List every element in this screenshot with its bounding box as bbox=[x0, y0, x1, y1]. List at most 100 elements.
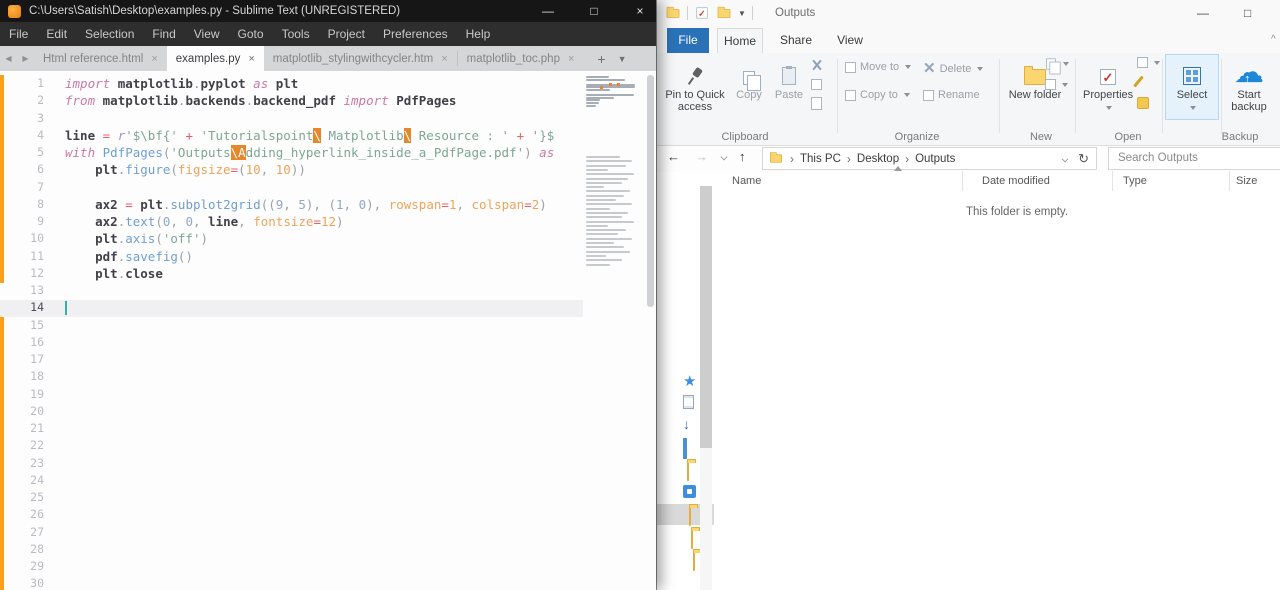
editor-tab-examples-py[interactable]: examples.py × bbox=[166, 46, 264, 71]
qat-new-folder-icon[interactable] bbox=[717, 6, 731, 18]
breadcrumb-separator-icon[interactable]: › bbox=[847, 152, 851, 166]
minimap[interactable] bbox=[583, 71, 646, 590]
move-to-button[interactable]: Move to bbox=[845, 61, 912, 73]
close-icon[interactable]: × bbox=[632, 4, 648, 18]
nav-tree-folder-icon[interactable] bbox=[689, 507, 691, 526]
tab-scroll-arrows[interactable]: ◀ ▶ bbox=[0, 46, 34, 71]
ribbon-tabs: File Home Share View ^ bbox=[657, 28, 1280, 53]
copy-to-button[interactable]: Copy to bbox=[845, 89, 910, 101]
empty-folder-message: This folder is empty. bbox=[965, 206, 1069, 218]
address-dropdown-icon[interactable] bbox=[1061, 155, 1069, 162]
breadcrumb-separator-icon[interactable]: › bbox=[905, 152, 909, 166]
maximize-icon[interactable]: □ bbox=[586, 4, 602, 18]
nav-scrollbar-thumb[interactable] bbox=[700, 186, 712, 448]
column-header-type[interactable]: Type bbox=[1123, 175, 1147, 187]
tab-view[interactable]: View bbox=[829, 28, 871, 53]
open-button[interactable] bbox=[1137, 57, 1160, 68]
menu-item-preferences[interactable]: Preferences bbox=[374, 27, 457, 41]
breadcrumb-desktop[interactable]: Desktop bbox=[857, 153, 899, 165]
delete-button[interactable]: ✕ Delete bbox=[923, 61, 984, 76]
address-bar[interactable]: › This PC › Desktop › Outputs ↻ bbox=[762, 147, 1097, 170]
group-label-new: New bbox=[1029, 131, 1052, 143]
nav-tree-folder-icon[interactable] bbox=[687, 462, 689, 481]
select-grid-icon bbox=[1183, 67, 1201, 85]
maximize-icon[interactable]: □ bbox=[1244, 6, 1251, 20]
tab-close-icon[interactable]: × bbox=[151, 53, 157, 65]
editor-scrollbar[interactable] bbox=[647, 75, 654, 307]
group-label-open: Open bbox=[1114, 131, 1142, 143]
breadcrumb-outputs[interactable]: Outputs bbox=[915, 153, 955, 165]
history-button[interactable] bbox=[1137, 97, 1149, 109]
recent-locations-icon[interactable] bbox=[720, 153, 728, 161]
menu-item-project[interactable]: Project bbox=[319, 27, 374, 41]
minimize-icon[interactable]: — bbox=[1197, 6, 1209, 20]
nav-tree-monitor-icon[interactable] bbox=[683, 438, 687, 459]
tab-close-icon[interactable]: × bbox=[248, 53, 254, 65]
qat-properties-icon[interactable]: ✓ bbox=[696, 7, 708, 19]
nav-tree-folder-icon[interactable] bbox=[693, 552, 695, 571]
editor-tab-matplotlib-toc-php[interactable]: matplotlib_toc.php × bbox=[458, 46, 584, 71]
explorer-titlebar[interactable]: ✓ ▼ Outputs — □ bbox=[657, 0, 1280, 28]
new-item-button[interactable] bbox=[1045, 57, 1069, 75]
rename-button[interactable]: Rename bbox=[923, 89, 980, 101]
menu-item-goto[interactable]: Goto bbox=[229, 27, 273, 41]
tab-scroll-right-icon[interactable]: ▶ bbox=[22, 54, 28, 63]
open-icon bbox=[1137, 57, 1148, 68]
column-header-name[interactable]: Name bbox=[732, 175, 761, 187]
qat-customize-icon[interactable]: ▼ bbox=[738, 9, 746, 18]
properties-button[interactable]: ✓ Properties bbox=[1083, 55, 1133, 113]
nav-tree-doc-icon[interactable] bbox=[683, 395, 694, 409]
move-to-icon bbox=[845, 61, 856, 73]
group-label-clipboard: Clipboard bbox=[721, 131, 769, 143]
tab-share[interactable]: Share bbox=[773, 28, 819, 53]
select-button[interactable]: Select bbox=[1167, 55, 1217, 113]
menu-item-edit[interactable]: Edit bbox=[37, 27, 76, 41]
nav-tree-folder-icon[interactable] bbox=[691, 530, 693, 549]
nav-tree-star-icon[interactable]: ★ bbox=[683, 374, 696, 389]
tab-scroll-left-icon[interactable]: ◀ bbox=[5, 54, 11, 63]
copy-button[interactable]: Copy bbox=[731, 55, 767, 101]
tab-overflow-icon[interactable]: ▼ bbox=[618, 54, 627, 64]
refresh-icon[interactable]: ↻ bbox=[1078, 151, 1089, 167]
menu-item-find[interactable]: Find bbox=[143, 27, 184, 41]
up-icon[interactable]: ↑ bbox=[739, 149, 746, 164]
new-tab-icon[interactable]: + bbox=[597, 51, 605, 67]
sort-ascending-icon bbox=[894, 166, 902, 171]
code-text[interactable]: import matplotlib.pyplot as plt from matp… bbox=[65, 75, 583, 317]
editor-tab-matplotlib-stylingwithcycler-htm[interactable]: matplotlib_stylingwithcycler.htm × bbox=[264, 46, 457, 71]
menu-item-help[interactable]: Help bbox=[457, 27, 500, 41]
breadcrumb-separator-icon[interactable]: › bbox=[790, 152, 794, 166]
tab-home[interactable]: Home bbox=[717, 28, 763, 53]
back-icon[interactable]: ← bbox=[667, 149, 680, 164]
editor-tab-html-reference-html[interactable]: Html reference.html × bbox=[34, 46, 167, 71]
menu-item-selection[interactable]: Selection bbox=[76, 27, 143, 41]
nav-tree-image-icon[interactable] bbox=[683, 485, 696, 498]
menu-item-view[interactable]: View bbox=[185, 27, 229, 41]
search-input[interactable]: Search Outputs bbox=[1108, 147, 1280, 170]
breadcrumb-this-pc[interactable]: This PC bbox=[800, 153, 841, 165]
nav-tree-down-icon[interactable]: ↓ bbox=[683, 417, 690, 431]
pin-to-quick-access-button[interactable]: Pin to Quick access bbox=[665, 55, 725, 113]
ribbon: Pin to Quick access Copy Paste Clipboard… bbox=[657, 53, 1280, 146]
copy-path-icon[interactable] bbox=[811, 79, 822, 90]
tab-close-icon[interactable]: × bbox=[568, 53, 574, 65]
sublime-titlebar[interactable]: C:\Users\Satish\Desktop\examples.py - Su… bbox=[0, 0, 656, 22]
easy-access-button[interactable] bbox=[1045, 79, 1068, 90]
edit-button[interactable] bbox=[1133, 75, 1144, 88]
column-header-date-modified[interactable]: Date modified bbox=[982, 175, 1050, 187]
text-cursor bbox=[65, 301, 67, 315]
tab-close-icon[interactable]: × bbox=[441, 53, 447, 65]
forward-icon[interactable]: → bbox=[695, 149, 708, 164]
start-backup-button[interactable]: ☁ ↑ Start backup bbox=[1223, 55, 1275, 114]
collapse-ribbon-icon[interactable]: ^ bbox=[1271, 34, 1276, 45]
tab-file[interactable]: File bbox=[667, 28, 709, 53]
paste-button[interactable]: Paste bbox=[769, 55, 809, 101]
easy-access-icon bbox=[1045, 79, 1056, 90]
menu-item-file[interactable]: File bbox=[0, 27, 37, 41]
column-header-size[interactable]: Size bbox=[1236, 175, 1257, 187]
minimize-icon[interactable]: — bbox=[540, 4, 556, 18]
editor-area[interactable]: 1 2 3 4 5 6 7 8 9 10 11 12 13 14 15 16 17 18 19 20 21 22 23 24 2… bbox=[0, 71, 656, 590]
menu-item-tools[interactable]: Tools bbox=[273, 27, 319, 41]
new-folder-icon bbox=[1024, 66, 1046, 85]
paste-shortcut-icon[interactable] bbox=[811, 97, 822, 110]
